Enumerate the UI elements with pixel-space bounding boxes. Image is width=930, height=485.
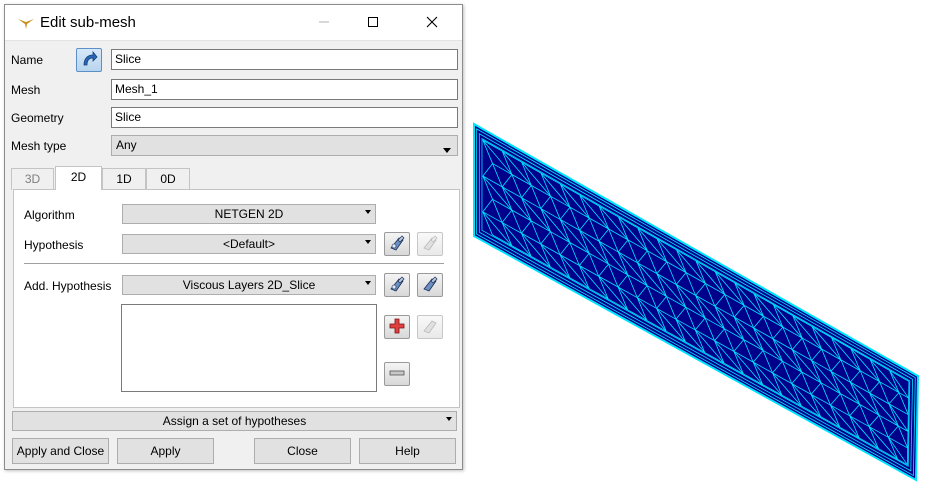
create-hypothesis-button[interactable] [384,232,410,256]
tab-3d[interactable]: 3D [11,168,54,190]
tab-1d[interactable]: 1D [102,168,146,190]
add-hypothesis-value: Viscous Layers 2D_Slice [182,278,316,292]
close-button[interactable]: Close [254,438,351,464]
hypothesis-edit-icon [421,234,439,255]
name-input[interactable]: Slice [111,49,458,70]
app-logo-icon [17,16,35,33]
algorithm-value: NETGEN 2D [214,207,284,221]
assign-hypothesis-set-button[interactable]: Assign a set of hypotheses [12,411,457,431]
apply-and-close-button[interactable]: Apply and Close [12,438,109,464]
remove-hypothesis-button[interactable] [384,362,410,386]
chevron-down-icon [365,235,371,250]
close-icon [426,16,438,31]
assign-set-label: Assign a set of hypotheses [162,414,307,428]
chevron-down-icon [365,276,371,291]
hypothesis-create-icon [388,275,406,296]
maximize-button[interactable] [350,5,396,41]
window-title: Edit sub-mesh [40,14,136,31]
algorithm-label: Algorithm [24,208,75,222]
hypothesis-select[interactable]: <Default> [122,234,376,254]
help-button[interactable]: Help [359,438,456,464]
mesh-slice-render [473,122,920,482]
mesh-type-label: Mesh type [11,139,67,153]
geometry-input[interactable]: Slice [111,107,458,128]
minimize-button[interactable] [301,5,347,41]
hypothesis-create-icon [388,234,406,255]
mesh-label: Mesh [11,83,41,97]
geometry-label: Geometry [11,111,64,125]
plus-icon [389,318,405,337]
close-window-button[interactable] [409,5,455,41]
hypothesis-label: Hypothesis [24,238,84,252]
minus-icon [389,367,405,381]
tab-0d[interactable]: 0D [146,168,190,190]
mesh-type-value: Any [116,138,137,152]
hypothesis-edit-icon [421,275,439,296]
tab-2d-panel: Algorithm NETGEN 2D Hypothesis <Default> [13,189,460,408]
mesh-viewer[interactable] [470,120,922,482]
algorithm-select[interactable]: NETGEN 2D [122,204,376,224]
hypothesis-value: <Default> [222,237,276,251]
add-hypothesis-list[interactable] [121,304,377,392]
title-bar[interactable]: Edit sub-mesh [5,5,462,41]
add-hypothesis-button[interactable] [384,315,410,339]
chevron-down-icon [365,205,371,220]
name-label: Name [11,53,44,67]
maximize-icon [367,16,379,31]
mesh-input[interactable]: Mesh_1 [111,79,458,100]
tab-2d[interactable]: 2D [55,166,102,190]
chevron-down-icon [443,143,451,158]
add-hypothesis-label: Add. Hypothesis [24,279,112,293]
minimize-icon [318,16,330,31]
edit-add-hypothesis-button[interactable] [417,273,443,297]
select-arrow-icon [80,50,98,71]
apply-button[interactable]: Apply [117,438,214,464]
chevron-down-icon [446,412,452,427]
mesh-type-select[interactable]: Any [111,135,458,156]
create-add-hypothesis-button[interactable] [384,273,410,297]
edit-submesh-dialog: Edit sub-mesh Name Slice Mesh Mesh_1 Geo… [4,4,463,470]
hypothesis-edit-icon [421,317,439,338]
add-hypothesis-select[interactable]: Viscous Layers 2D_Slice [122,275,376,295]
separator [24,263,444,264]
edit-selected-hypothesis-button[interactable] [417,315,443,339]
edit-hypothesis-button[interactable] [417,232,443,256]
select-object-button[interactable] [76,48,102,72]
